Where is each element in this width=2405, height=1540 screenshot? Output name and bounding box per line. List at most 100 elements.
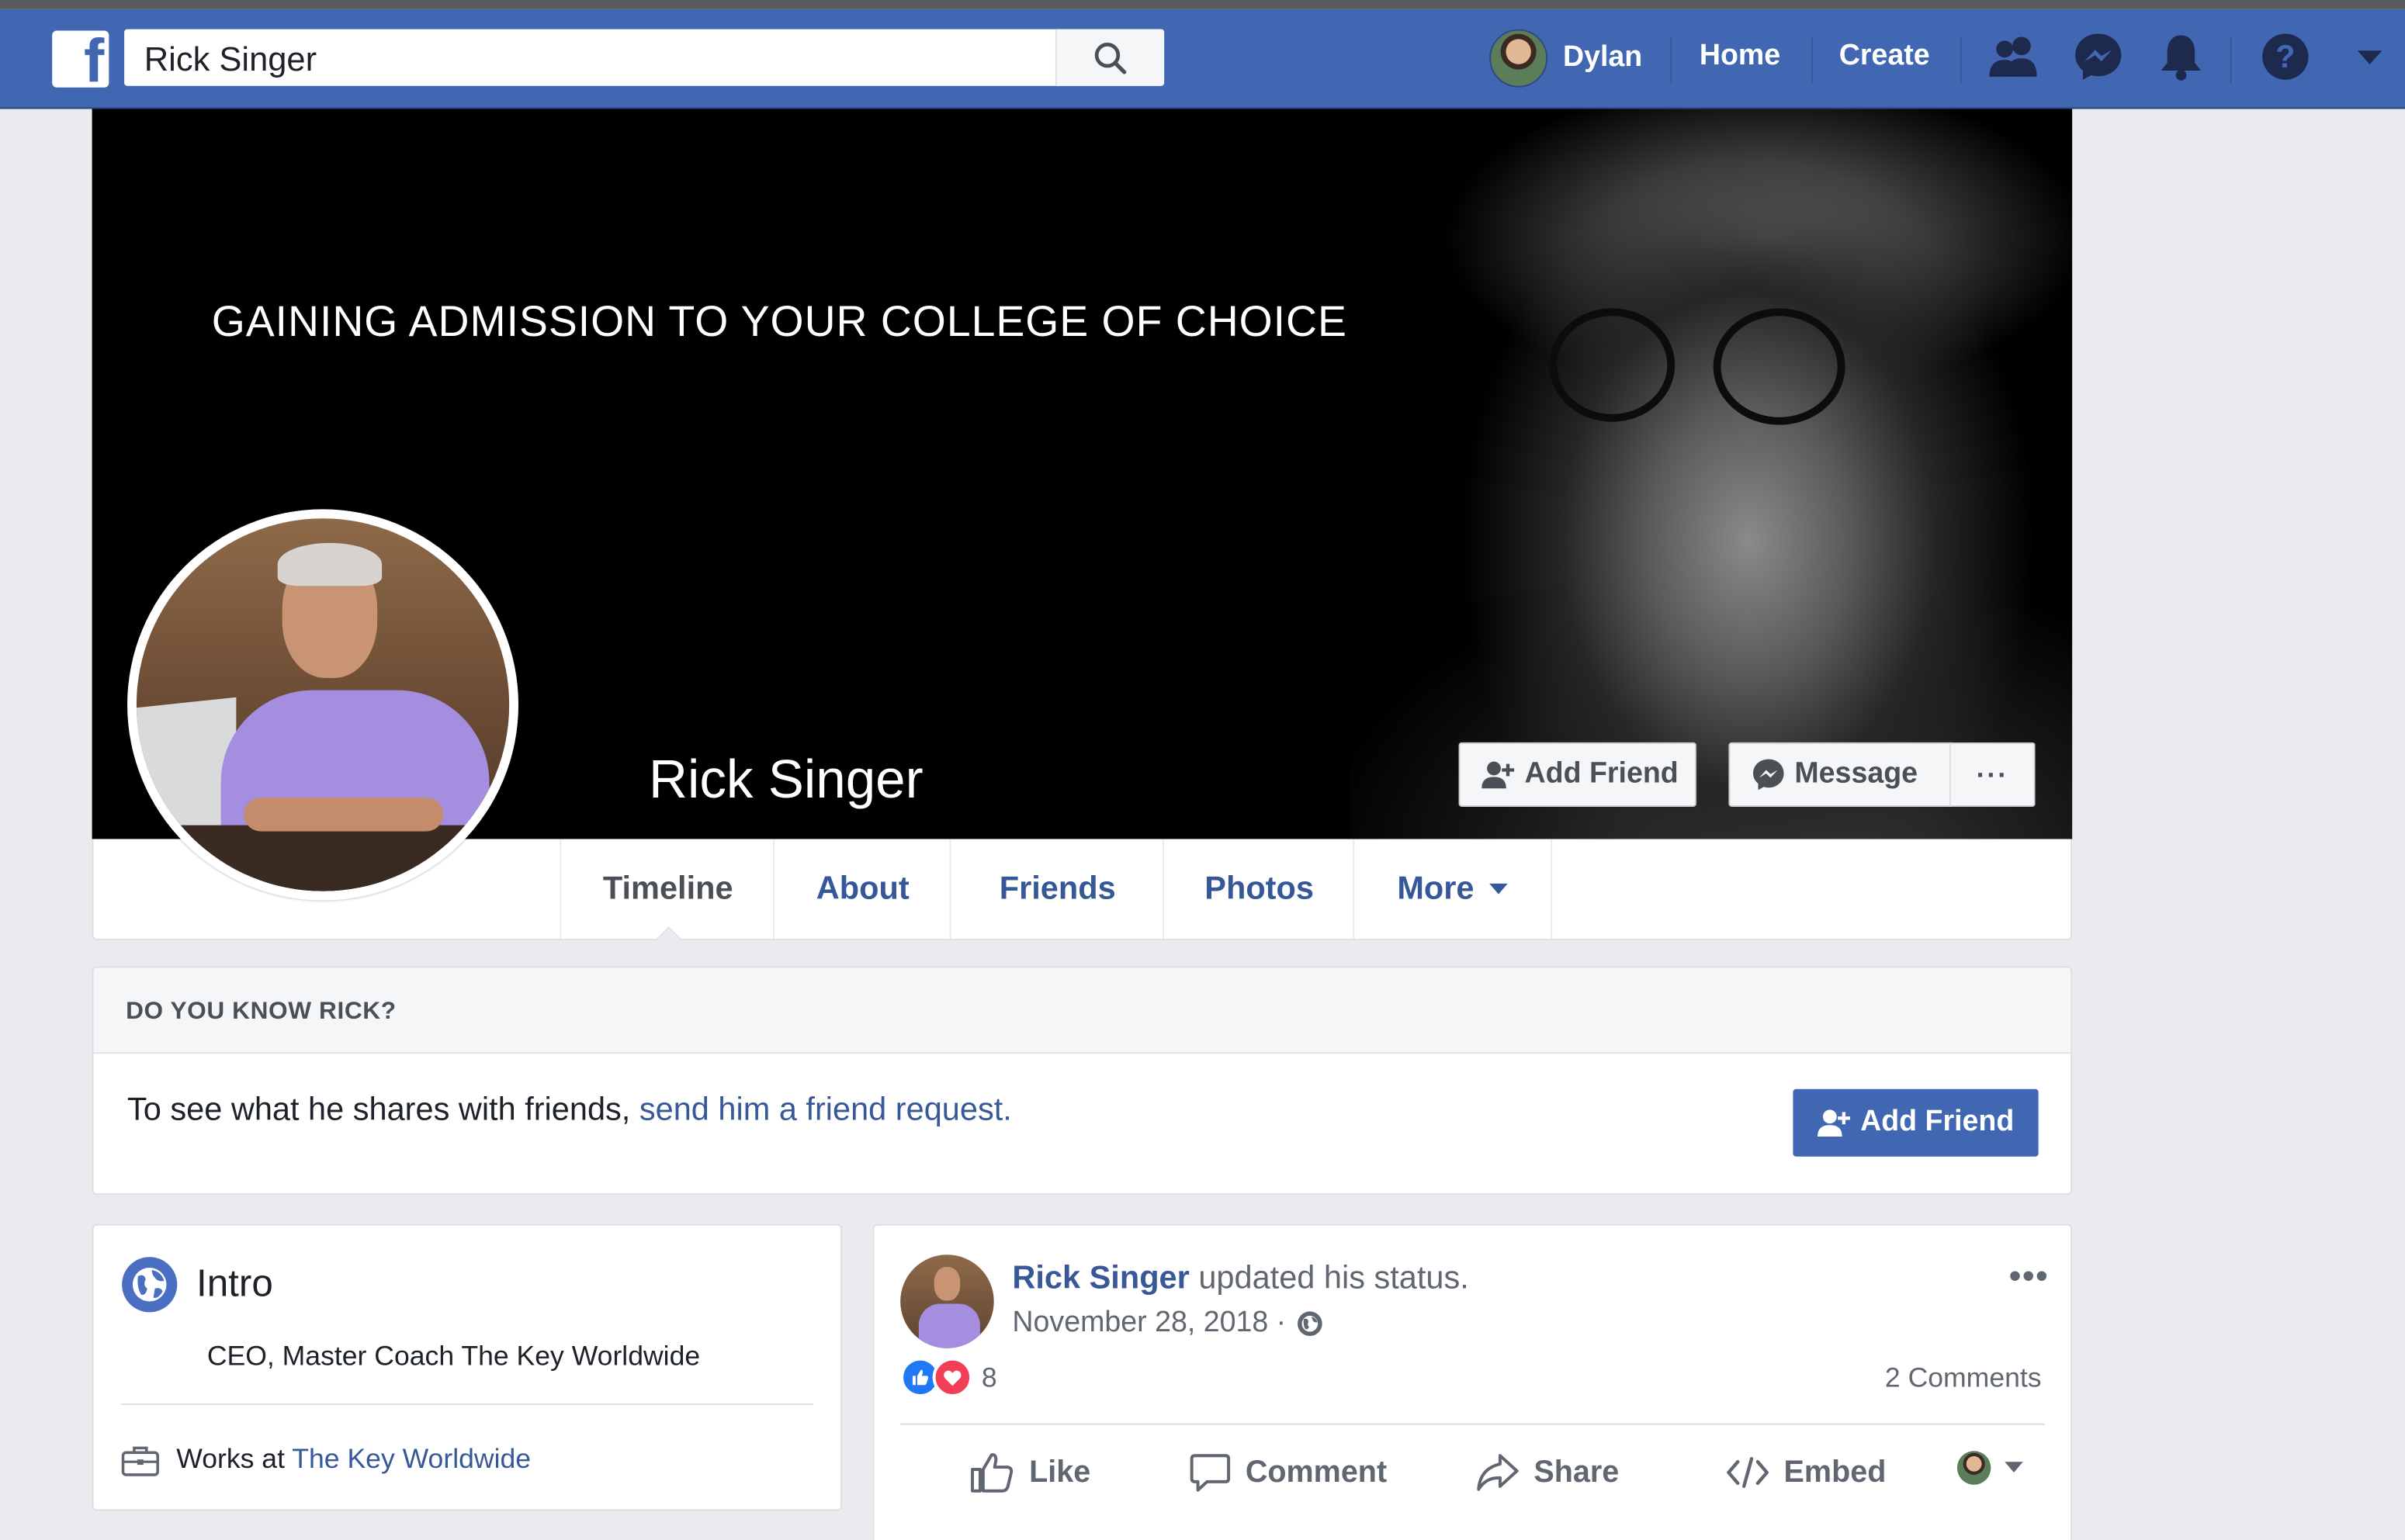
facebook-logo-icon[interactable]: f	[52, 30, 109, 88]
tab-photos[interactable]: Photos	[1163, 839, 1354, 939]
account-menu-icon[interactable]	[2356, 49, 2384, 67]
nav-divider	[2230, 36, 2232, 83]
message-label: Message	[1794, 757, 1918, 791]
post-header-line: Rick Singer updated his status.	[1012, 1261, 1468, 1297]
search-box	[124, 29, 1165, 86]
globe-icon	[1297, 1311, 1322, 1337]
message-button[interactable]: Message	[1728, 742, 1953, 807]
embed-button[interactable]: Embed	[1725, 1449, 1886, 1495]
post-action-text: updated his status.	[1198, 1261, 1469, 1296]
add-friend-button[interactable]: Add Friend	[1458, 742, 1696, 807]
tab-label: Photos	[1204, 870, 1314, 906]
comments-count-link[interactable]: 2 Comments	[1885, 1362, 2042, 1395]
divider	[121, 1403, 813, 1405]
profile-name[interactable]: Rick Singer	[649, 750, 924, 812]
profile-picture[interactable]	[127, 509, 519, 901]
embed-label: Embed	[1783, 1455, 1887, 1489]
messenger-icon	[1753, 759, 1784, 791]
reaction-count: 8	[981, 1361, 997, 1393]
profile-more-button[interactable]: ···	[1949, 742, 2036, 807]
comment-label: Comment	[1245, 1455, 1388, 1489]
cover-tagline: GAINING ADMISSION TO YOUR COLLEGE OF CHO…	[211, 297, 1347, 345]
window-top-strip	[0, 0, 2405, 9]
comment-button[interactable]: Comment	[1189, 1449, 1387, 1495]
search-button[interactable]	[1055, 29, 1165, 86]
share-label: Share	[1533, 1455, 1620, 1489]
viewer-avatar	[1956, 1451, 1991, 1485]
share-icon	[1477, 1454, 1519, 1491]
post-date[interactable]: November 28, 2018 ·	[1012, 1306, 1286, 1340]
user-avatar	[1489, 29, 1548, 88]
active-tab-indicator	[653, 926, 682, 940]
tab-timeline[interactable]: Timeline	[560, 839, 775, 940]
avatar-shirt	[918, 1303, 980, 1348]
add-friend-primary-button[interactable]: Add Friend	[1793, 1088, 2039, 1157]
prompt-text: To see what he shares with friends,	[127, 1092, 631, 1128]
post-timestamp-line: November 28, 2018 ·	[1012, 1306, 1322, 1340]
employer-link[interactable]: The Key Worldwide	[292, 1443, 531, 1474]
tab-about[interactable]: About	[773, 839, 951, 939]
desk-shape	[136, 825, 510, 891]
more-dots-icon: ···	[1976, 758, 2009, 790]
react-as-selector[interactable]	[1956, 1451, 2023, 1485]
home-link[interactable]: Home	[1700, 40, 1780, 73]
briefcase-icon	[121, 1446, 159, 1476]
friend-requests-icon[interactable]	[1987, 31, 2039, 83]
nav-divider	[1670, 36, 1672, 83]
cover-portrait-image	[1350, 109, 2073, 839]
chevron-down-icon	[2005, 1462, 2023, 1473]
friend-request-prompt: To see what he shares with friends, send…	[127, 1092, 1012, 1129]
embed-code-icon	[1727, 1457, 1769, 1488]
intro-title: Intro	[196, 1262, 273, 1306]
post-author-avatar[interactable]	[900, 1254, 994, 1348]
nav-divider	[1960, 36, 1962, 83]
add-friend-label: Add Friend	[1524, 757, 1679, 791]
love-reaction-icon	[932, 1357, 973, 1398]
help-icon[interactable]: ?	[2259, 31, 2311, 83]
chevron-down-icon	[1489, 882, 1508, 894]
tab-label: Friends	[999, 870, 1116, 906]
glasses-lens	[1549, 308, 1676, 422]
works-at-line: Works at The Key Worldwide	[176, 1443, 531, 1476]
do-you-know-card: DO YOU KNOW RICK? To see what he shares …	[92, 966, 2073, 1196]
create-link[interactable]: Create	[1839, 40, 1930, 73]
post-author-link[interactable]: Rick Singer	[1012, 1261, 1189, 1296]
status-post: Rick Singer updated his status. November…	[872, 1223, 2073, 1540]
arms-shape	[244, 798, 444, 832]
add-friend-label: Add Friend	[1860, 1106, 2015, 1138]
globe-icon	[122, 1257, 178, 1313]
top-navigation-bar: f Dylan Home Create ?	[0, 9, 2405, 109]
send-friend-request-link[interactable]: send him a friend request.	[639, 1092, 1012, 1127]
intro-card: Intro CEO, Master Coach The Key Worldwid…	[92, 1223, 843, 1511]
post-options-button[interactable]: •••	[2009, 1256, 2050, 1296]
comment-icon	[1190, 1454, 1231, 1492]
like-label: Like	[1029, 1455, 1091, 1489]
works-at-prefix: Works at	[176, 1443, 285, 1474]
notifications-icon[interactable]	[2157, 31, 2206, 83]
intro-bio: CEO, Master Coach The Key Worldwide	[206, 1340, 701, 1372]
nav-profile-link[interactable]: Dylan	[1489, 28, 1642, 89]
user-name: Dylan	[1562, 41, 1643, 74]
hair-shape	[277, 542, 383, 587]
glasses-lens	[1713, 308, 1845, 425]
messenger-icon[interactable]	[2072, 31, 2124, 83]
add-friend-icon	[1817, 1109, 1850, 1137]
tab-label: Timeline	[602, 870, 733, 906]
tab-label: More	[1397, 870, 1475, 906]
share-button[interactable]: Share	[1475, 1449, 1619, 1495]
tab-more[interactable]: More	[1353, 839, 1553, 939]
like-button[interactable]: Like	[969, 1449, 1090, 1495]
like-icon	[971, 1453, 1014, 1493]
profile-photo-image	[136, 518, 510, 891]
card-title: DO YOU KNOW RICK?	[126, 998, 397, 1025]
nav-divider	[1811, 36, 1814, 83]
tab-friends[interactable]: Friends	[949, 839, 1164, 939]
search-input[interactable]	[140, 38, 1052, 80]
search-icon	[1094, 42, 1127, 74]
card-header: DO YOU KNOW RICK?	[93, 967, 2071, 1054]
avatar-head	[934, 1267, 961, 1301]
tab-label: About	[816, 870, 910, 906]
reactions-summary[interactable]: 8	[900, 1357, 997, 1398]
add-friend-icon	[1481, 761, 1515, 789]
divider	[900, 1423, 2045, 1425]
